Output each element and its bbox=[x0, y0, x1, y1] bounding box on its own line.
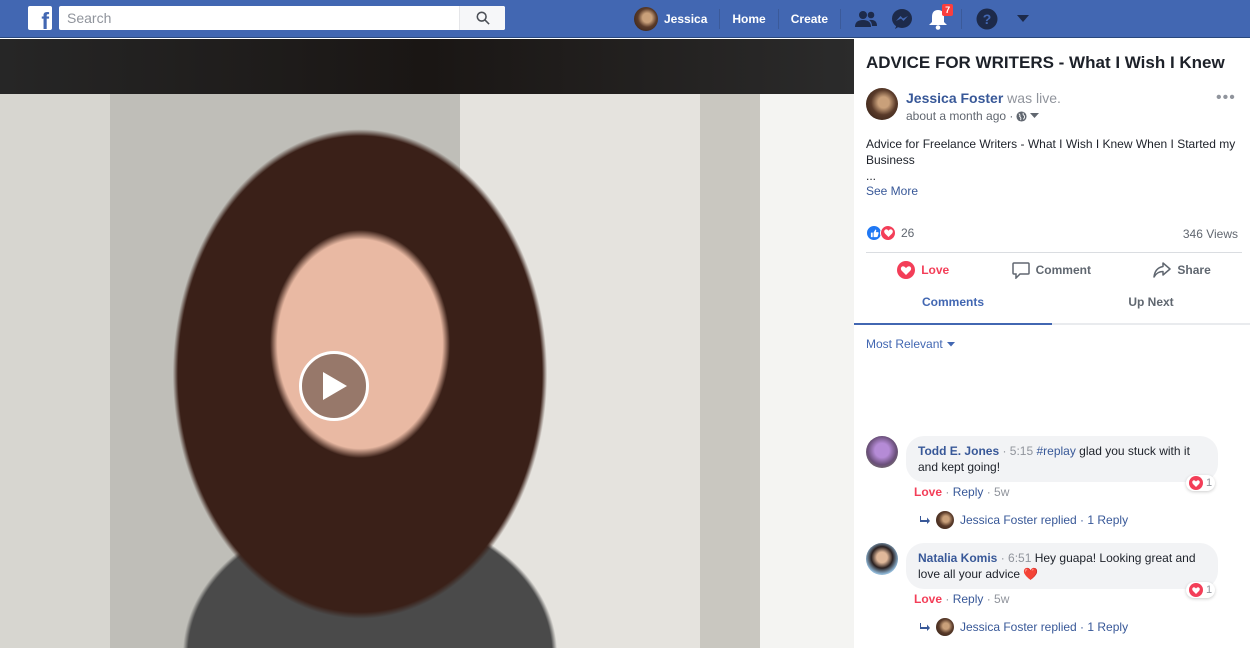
commenter-name[interactable]: Natalia Komis bbox=[918, 551, 997, 565]
reply-arrow-icon bbox=[920, 623, 930, 631]
video-letterbox bbox=[0, 39, 854, 94]
view-count: 346 Views bbox=[1182, 227, 1238, 241]
hashtag-link[interactable]: #replay bbox=[1036, 444, 1075, 458]
love-reaction-icon bbox=[1189, 583, 1203, 597]
comment-age[interactable]: 5w bbox=[994, 592, 1009, 606]
video-player[interactable] bbox=[0, 39, 854, 648]
share-label: Share bbox=[1177, 263, 1211, 277]
help-button[interactable]: ? bbox=[974, 6, 1000, 32]
chevron-down-icon bbox=[946, 341, 955, 346]
comment-love-button[interactable]: Love bbox=[914, 592, 942, 606]
love-reaction-icon bbox=[1189, 476, 1203, 490]
author-name-link[interactable]: Jessica Foster bbox=[906, 90, 1003, 106]
commenter-avatar[interactable] bbox=[866, 436, 898, 468]
notifications-badge: 7 bbox=[942, 4, 954, 16]
post-description: Advice for Freelance Writers - What I Wi… bbox=[866, 136, 1246, 184]
nav-divider bbox=[777, 9, 779, 29]
comment-reactions[interactable]: 1 bbox=[1186, 475, 1216, 491]
friends-icon bbox=[855, 11, 878, 27]
comment-reaction-count: 1 bbox=[1206, 584, 1213, 596]
post-timestamp[interactable]: about a month ago · bbox=[906, 109, 1013, 123]
share-icon bbox=[1153, 262, 1172, 278]
account-menu-icon bbox=[1017, 15, 1030, 22]
panel-tabs: Comments Up Next bbox=[854, 293, 1250, 325]
comment-bubble: Todd E. Jones · 5:15 #replay glad you st… bbox=[906, 436, 1218, 482]
comment-video-timestamp[interactable]: · 5:15 bbox=[999, 444, 1036, 458]
commenter-avatar[interactable] bbox=[866, 543, 898, 575]
author-avatar[interactable] bbox=[866, 88, 898, 120]
search-input[interactable] bbox=[59, 6, 459, 30]
reaction-count: 26 bbox=[901, 226, 915, 240]
comment-love-button[interactable]: Love bbox=[914, 485, 942, 499]
search-bar bbox=[59, 6, 505, 30]
sort-label: Most Relevant bbox=[866, 337, 943, 351]
love-reaction-icon bbox=[880, 225, 896, 241]
post-title: ADVICE FOR WRITERS - What I Wish I Knew bbox=[866, 53, 1225, 72]
svg-text:?: ? bbox=[983, 11, 992, 27]
nav-divider bbox=[961, 9, 963, 29]
top-navigation-bar: f Jessica Home Create 7 ? bbox=[0, 0, 1250, 38]
post-panel: ADVICE FOR WRITERS - What I Wish I Knew … bbox=[854, 39, 1250, 648]
comment-button[interactable]: Comment bbox=[1011, 261, 1091, 279]
account-menu-button[interactable] bbox=[1010, 6, 1036, 32]
replier-avatar bbox=[936, 511, 954, 529]
love-button[interactable]: Love bbox=[897, 261, 949, 279]
comment-bubble: Natalia Komis · 6:51 Hey guapa! Looking … bbox=[906, 543, 1218, 589]
search-icon bbox=[476, 11, 490, 25]
commenter-name[interactable]: Todd E. Jones bbox=[918, 444, 999, 458]
audience-dropdown-icon[interactable] bbox=[1030, 113, 1040, 119]
reply-summary: Jessica Foster replied · 1 Reply bbox=[960, 620, 1129, 634]
nav-profile-link[interactable]: Jessica bbox=[664, 12, 719, 26]
share-button[interactable]: Share bbox=[1153, 261, 1211, 279]
reply-summary: Jessica Foster replied · 1 Reply bbox=[960, 513, 1129, 527]
comment-reply-button[interactable]: Reply bbox=[953, 485, 984, 499]
search-button[interactable] bbox=[459, 6, 505, 30]
divider bbox=[866, 252, 1242, 253]
help-icon: ? bbox=[976, 8, 998, 30]
see-more-link[interactable]: See More bbox=[866, 184, 918, 198]
post-actions: Love Comment Share bbox=[866, 261, 1242, 279]
nav-create-link[interactable]: Create bbox=[791, 12, 840, 26]
facebook-logo[interactable]: f bbox=[28, 6, 52, 30]
comment-reaction-count: 1 bbox=[1206, 477, 1213, 489]
play-icon bbox=[323, 372, 347, 400]
comment-reply-button[interactable]: Reply bbox=[953, 592, 984, 606]
author-line: Jessica Foster was live. bbox=[906, 90, 1061, 106]
messenger-button[interactable] bbox=[889, 6, 915, 32]
nav-divider bbox=[719, 9, 721, 29]
comment-age[interactable]: 5w bbox=[994, 485, 1009, 499]
reactions-summary[interactable]: 26 bbox=[866, 225, 914, 241]
notifications-button[interactable]: 7 bbox=[925, 4, 954, 32]
replier-avatar bbox=[936, 618, 954, 636]
comment-reactions[interactable]: 1 bbox=[1186, 582, 1216, 598]
friend-requests-button[interactable] bbox=[853, 6, 879, 32]
nav-home-link[interactable]: Home bbox=[732, 12, 777, 26]
messenger-icon bbox=[892, 9, 913, 29]
comment-meta: Love · Reply · 5w bbox=[914, 485, 1010, 499]
comment-label: Comment bbox=[1035, 263, 1091, 277]
comment-sort-dropdown[interactable]: Most Relevant bbox=[866, 337, 955, 351]
love-label: Love bbox=[921, 263, 950, 277]
love-icon bbox=[897, 261, 916, 279]
more-options-button[interactable]: ••• bbox=[1216, 89, 1236, 107]
comment-meta: Love · Reply · 5w bbox=[914, 592, 1010, 606]
play-button[interactable] bbox=[299, 351, 369, 421]
video-frame[interactable] bbox=[0, 94, 854, 648]
tab-up-next[interactable]: Up Next bbox=[1052, 293, 1250, 323]
live-status: was live. bbox=[1003, 90, 1061, 106]
tab-comments[interactable]: Comments bbox=[854, 293, 1052, 325]
top-nav: Jessica Home Create 7 ? bbox=[634, 0, 1046, 38]
comment-video-timestamp[interactable]: · 6:51 bbox=[997, 551, 1034, 565]
view-replies-link[interactable]: Jessica Foster replied · 1 Reply bbox=[920, 618, 1128, 636]
description-text: Advice for Freelance Writers - What I Wi… bbox=[866, 137, 1236, 167]
view-replies-link[interactable]: Jessica Foster replied · 1 Reply bbox=[920, 511, 1128, 529]
nav-divider bbox=[840, 9, 842, 29]
reply-arrow-icon bbox=[920, 516, 930, 524]
description-ellipsis: ... bbox=[866, 169, 877, 183]
globe-icon[interactable] bbox=[1016, 110, 1027, 122]
comment-icon bbox=[1011, 261, 1030, 279]
user-avatar[interactable] bbox=[634, 7, 658, 31]
post-meta: about a month ago · bbox=[906, 109, 1040, 123]
